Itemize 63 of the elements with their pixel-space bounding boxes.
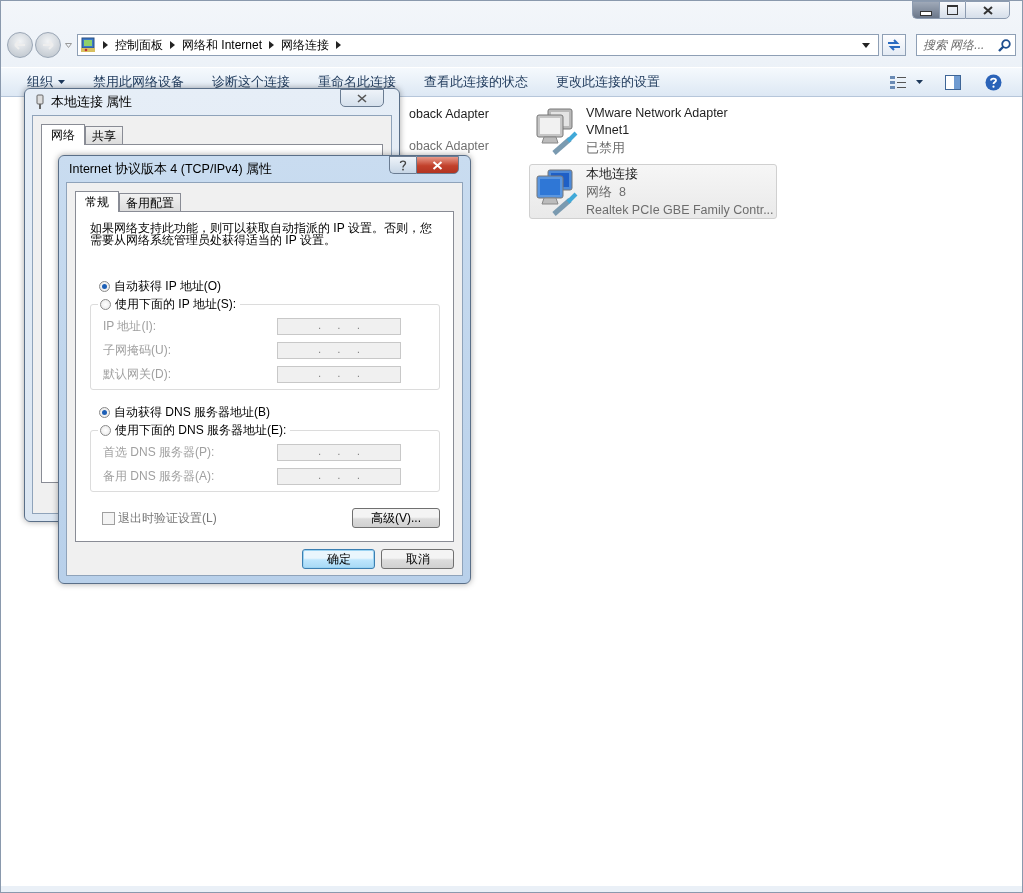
tab[interactable]: 共享 bbox=[85, 126, 123, 144]
radio-option[interactable]: 使用下面的 IP 地址(S): bbox=[98, 296, 241, 313]
close-button[interactable] bbox=[416, 156, 459, 174]
close-icon bbox=[982, 5, 993, 15]
toolbar-button[interactable]: 诊断这个连接 bbox=[204, 70, 298, 94]
minimize-button[interactable] bbox=[912, 1, 939, 19]
chevron-icon[interactable] bbox=[103, 41, 108, 49]
breadcrumb-item[interactable]: 控制面板 bbox=[115, 36, 163, 54]
chevron-icon[interactable] bbox=[336, 41, 342, 49]
toolbar-button[interactable]: 重命名此连接 bbox=[310, 70, 404, 94]
help-icon bbox=[399, 159, 407, 171]
refresh-icon bbox=[886, 38, 902, 52]
dialog-title: Internet 协议版本 4 (TCP/IPv4) 属性 bbox=[69, 160, 273, 178]
adapter-name: VMware Network Adapter VMnet1 bbox=[586, 105, 729, 139]
breadcrumb-item[interactable]: 网络连接 bbox=[281, 36, 330, 54]
maximize-button[interactable] bbox=[939, 1, 965, 19]
adapter-name[interactable]: oback Adapter bbox=[409, 107, 517, 121]
field-label: IP 地址(I): bbox=[103, 317, 158, 335]
field-label: 首选 DNS 服务器(P): bbox=[103, 443, 216, 461]
chevron-icon[interactable] bbox=[170, 41, 175, 49]
tab[interactable]: 备用配置 bbox=[119, 193, 181, 211]
toolbar-button[interactable]: 禁用此网络设备 bbox=[85, 70, 192, 94]
caret-icon[interactable] bbox=[916, 80, 923, 84]
radio-option[interactable]: 自动获得 IP 地址(O) bbox=[99, 277, 222, 295]
dialog-button[interactable]: 取消 bbox=[381, 549, 454, 569]
help-icon[interactable] bbox=[985, 73, 1002, 91]
breadcrumb-item[interactable]: 网络和 Internet bbox=[182, 36, 263, 54]
dropdown-caret-icon[interactable] bbox=[862, 42, 870, 48]
adapter-status: 网络 8 bbox=[586, 184, 627, 201]
radio-option[interactable]: 自动获得 DNS 服务器地址(B) bbox=[99, 403, 270, 421]
toolbar-button[interactable]: 组织 bbox=[19, 70, 73, 94]
adapter-name: 本地连接 bbox=[586, 166, 639, 183]
field-label: 默认网关(D): bbox=[103, 365, 172, 383]
toolbar-button[interactable]: 查看此连接的状态 bbox=[416, 70, 536, 94]
refresh-button[interactable] bbox=[882, 34, 906, 56]
field-label: 备用 DNS 服务器(A): bbox=[103, 467, 216, 485]
dialog-button[interactable]: 确定 bbox=[302, 549, 375, 569]
radio-option[interactable]: 使用下面的 DNS 服务器地址(E): bbox=[98, 422, 291, 439]
search-field[interactable]: 搜索 网络... bbox=[916, 34, 1016, 56]
adapter-item[interactable]: 本地连接 网络 8 Realtek PCIe GBE Family Contr... bbox=[529, 164, 777, 219]
advanced-button[interactable]: 高级(V)... bbox=[352, 508, 440, 528]
description-text: 如果网络支持此功能，则可以获取自动指派的 IP 设置。否则，您需要从网络系统管理员处获得适当的 IP 设置。 bbox=[90, 222, 433, 246]
search-icon bbox=[998, 39, 1011, 52]
plug-icon bbox=[35, 94, 45, 110]
adapter-status: 已禁用 bbox=[586, 140, 626, 157]
field-label: 子网掩码(U): bbox=[103, 341, 172, 359]
close-icon bbox=[432, 160, 443, 170]
arrow-left-icon bbox=[14, 40, 26, 50]
chevron-icon[interactable] bbox=[269, 41, 275, 49]
help-button[interactable] bbox=[389, 156, 416, 174]
preview-pane-icon[interactable] bbox=[945, 74, 961, 90]
toolbar-button[interactable]: 更改此连接的设置 bbox=[548, 70, 668, 94]
tab[interactable]: 常规 bbox=[75, 191, 119, 212]
close-button[interactable] bbox=[965, 1, 1010, 19]
close-icon bbox=[357, 93, 367, 103]
dialog-title: 本地连接 属性 bbox=[51, 93, 133, 111]
tab[interactable]: 网络 bbox=[41, 124, 85, 145]
view-options-icon[interactable] bbox=[890, 75, 906, 89]
caret-icon bbox=[58, 80, 65, 84]
control-panel-icon bbox=[80, 37, 96, 53]
adapter-device: Realtek PCIe GBE Family Contr... bbox=[586, 202, 774, 219]
address-bar[interactable]: 控制面板 网络和 Internet 网络连接 bbox=[77, 34, 879, 56]
arrow-right-icon bbox=[42, 40, 54, 50]
